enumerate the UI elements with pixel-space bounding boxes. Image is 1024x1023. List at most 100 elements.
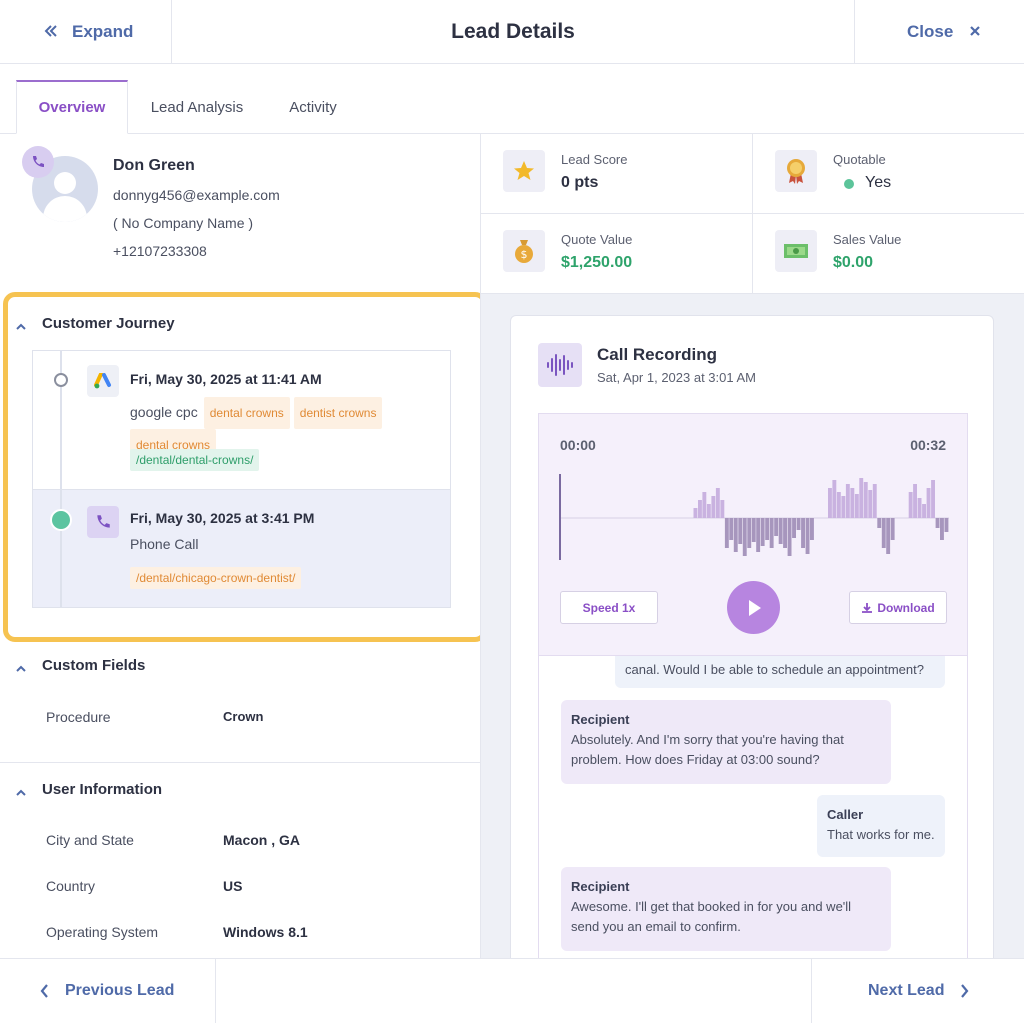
waveform-bar bbox=[881, 518, 886, 548]
expand-label: Expand bbox=[72, 22, 134, 41]
tab-bar: Overview Lead Analysis Activity bbox=[0, 64, 1024, 134]
close-label: Close bbox=[907, 22, 954, 41]
money-bag-icon: $ bbox=[503, 230, 545, 272]
waveform-bar bbox=[751, 518, 756, 542]
waveform-bar bbox=[711, 496, 716, 518]
timeline-dot bbox=[54, 373, 68, 387]
field-value: Macon , GA bbox=[223, 832, 301, 848]
contact-phone: +12107233308 bbox=[113, 243, 207, 259]
waveform-bar bbox=[738, 518, 743, 544]
waveform-bar bbox=[944, 518, 949, 532]
download-button[interactable]: Download bbox=[849, 591, 947, 624]
audio-player: 00:00 00:32 Speed 1x Download bbox=[538, 413, 968, 656]
waveform-bar bbox=[836, 492, 841, 518]
waveform-bar bbox=[877, 518, 882, 528]
previous-lead-label: Previous Lead bbox=[65, 982, 175, 999]
phone-icon bbox=[87, 506, 119, 538]
waveform-bar bbox=[890, 518, 895, 540]
tab-activity[interactable]: Activity bbox=[270, 80, 356, 134]
double-chevron-left-icon bbox=[44, 22, 58, 42]
waveform-bar bbox=[760, 518, 765, 546]
download-icon bbox=[862, 602, 873, 613]
event-datetime: Fri, May 30, 2025 at 3:41 PM bbox=[130, 510, 315, 526]
waveform-bar bbox=[845, 484, 850, 518]
journey-list: Fri, May 30, 2025 at 11:41 AM google cpc… bbox=[32, 350, 451, 608]
left-panel: Don Green donnyg456@example.com ( No Com… bbox=[0, 134, 481, 958]
waveform-bar bbox=[828, 488, 832, 518]
waveform-bar bbox=[832, 480, 837, 518]
speaker-label: Caller bbox=[827, 807, 864, 822]
cash-icon bbox=[775, 230, 817, 272]
keyword-tag: dental crowns bbox=[203, 397, 290, 429]
customer-journey-header[interactable]: Customer Journey bbox=[0, 301, 480, 345]
chevron-up-icon bbox=[16, 660, 26, 672]
custom-fields-header[interactable]: Custom Fields bbox=[0, 643, 480, 687]
chevron-right-icon bbox=[961, 984, 969, 998]
waveform-bar bbox=[917, 498, 922, 518]
event-datetime: Fri, May 30, 2025 at 11:41 AM bbox=[130, 371, 322, 387]
waveform-bar bbox=[742, 518, 747, 556]
keyword-tag: dentist crowns bbox=[293, 397, 383, 429]
play-button[interactable] bbox=[727, 581, 780, 634]
transcript-message-recipient: Recipient Absolutely. And I'm sorry that… bbox=[561, 700, 891, 784]
chevron-up-icon bbox=[16, 318, 26, 330]
waveform-bar bbox=[778, 518, 783, 544]
field-value: Crown bbox=[223, 709, 264, 724]
user-information-title: User Information bbox=[42, 780, 163, 798]
waveform-bar bbox=[872, 484, 877, 518]
quotable-label: Quotable bbox=[833, 152, 886, 167]
call-recording-card: Call Recording Sat, Apr 1, 2023 at 3:01 … bbox=[510, 315, 994, 958]
speaker-label: Recipient bbox=[571, 712, 630, 727]
waveform-bar bbox=[913, 484, 917, 518]
waveform-bar bbox=[733, 518, 738, 552]
speaker-label: Recipient bbox=[571, 879, 630, 894]
status-dot bbox=[844, 179, 854, 189]
timeline-dot-active bbox=[50, 509, 72, 531]
journey-event: Fri, May 30, 2025 at 3:41 PM Phone Call … bbox=[33, 489, 450, 607]
waveform[interactable] bbox=[559, 472, 949, 564]
previous-lead-button[interactable]: Previous Lead bbox=[0, 959, 216, 1023]
waveform-bar bbox=[787, 518, 792, 556]
chevron-left-icon bbox=[40, 984, 48, 998]
time-start: 00:00 bbox=[560, 437, 596, 453]
waveform-bar bbox=[922, 504, 926, 518]
divider bbox=[0, 762, 480, 763]
speed-button[interactable]: Speed 1x bbox=[560, 591, 658, 624]
path-tag: /dental/chicago-crown-dentist/ bbox=[130, 567, 302, 589]
waveform-bar bbox=[747, 518, 752, 548]
quotable-value: Yes bbox=[865, 174, 892, 191]
expand-button[interactable]: Expand bbox=[0, 0, 172, 64]
waveform-bar bbox=[693, 508, 698, 518]
close-button[interactable]: Close bbox=[854, 0, 1024, 64]
tab-lead-analysis[interactable]: Lead Analysis bbox=[136, 80, 258, 134]
waveform-bar bbox=[841, 496, 846, 518]
event-source: Phone Call bbox=[130, 536, 199, 552]
field-value: Windows 8.1 bbox=[223, 924, 308, 940]
field-value: US bbox=[223, 878, 243, 894]
lead-score-card: Lead Score 0 pts bbox=[481, 134, 753, 214]
waveform-bar bbox=[774, 518, 779, 536]
waveform-bar bbox=[729, 518, 734, 540]
tab-overview[interactable]: Overview bbox=[16, 80, 128, 134]
message-text: Absolutely. And I'm sorry that you're ha… bbox=[571, 732, 844, 767]
waveform-bar bbox=[868, 490, 873, 518]
waveform-bar bbox=[724, 518, 729, 548]
next-lead-button[interactable]: Next Lead bbox=[811, 959, 1024, 1023]
waveform-bar bbox=[765, 518, 770, 540]
journey-event: Fri, May 30, 2025 at 11:41 AM google cpc… bbox=[33, 351, 450, 489]
message-text: That works for me. bbox=[827, 827, 935, 842]
waveform-bar bbox=[801, 518, 805, 548]
transcript-message-caller: Caller That works for me. bbox=[817, 795, 945, 857]
waveform-bar bbox=[850, 488, 855, 518]
transcript-message-caller: canal. Would I be able to schedule an ap… bbox=[615, 656, 945, 688]
contact-company: ( No Company Name ) bbox=[113, 215, 254, 231]
right-panel: Lead Score 0 pts Quotable Yes $ Quote Va… bbox=[481, 134, 1024, 958]
field-label: Procedure bbox=[46, 709, 111, 725]
waveform-bar bbox=[756, 518, 761, 552]
waveform-bar bbox=[702, 492, 707, 518]
audio-wave-icon bbox=[538, 343, 582, 387]
user-information-header[interactable]: User Information bbox=[0, 767, 480, 811]
footer-bar: Previous Lead Next Lead bbox=[0, 958, 1024, 1023]
phone-badge-icon bbox=[22, 146, 54, 178]
waveform-bar bbox=[706, 504, 711, 518]
